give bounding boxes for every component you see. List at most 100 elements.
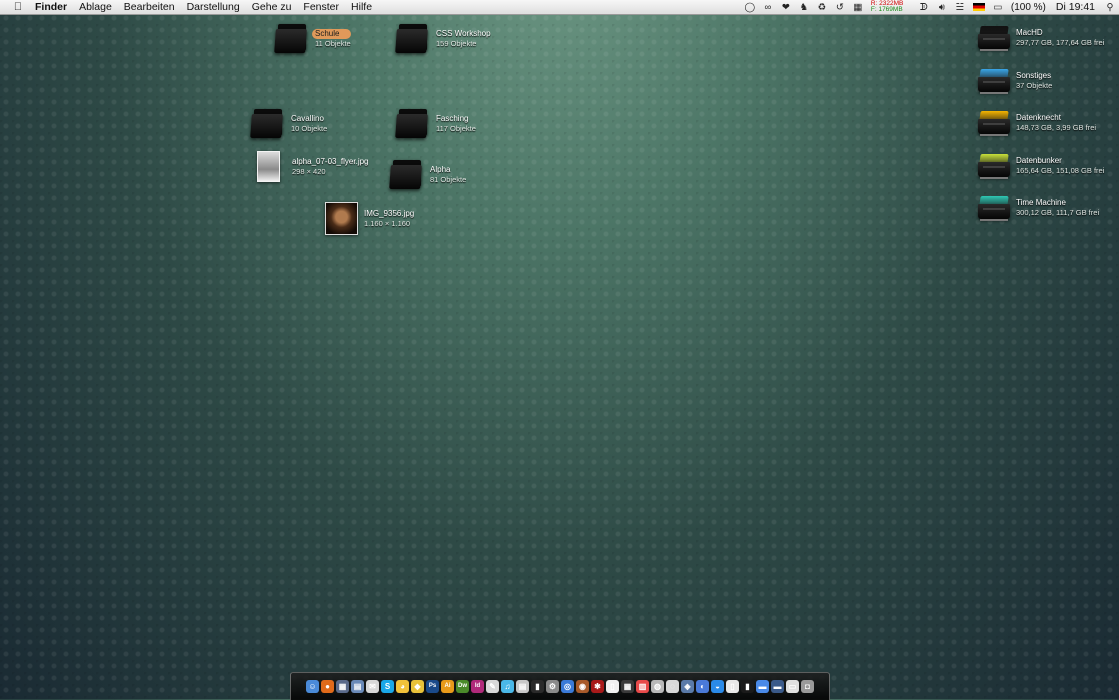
image-thumbnail-icon bbox=[257, 151, 280, 182]
mail-icon[interactable]: ✉ bbox=[366, 680, 379, 693]
apple-menu-icon[interactable]:  bbox=[7, 1, 29, 13]
status-menus: ◯ ∞ ❤ ♞ ♻ ↺ ▦ R: 2322MB F: 1769MB ᗫ 🔊︎ ☱… bbox=[741, 0, 1119, 14]
menu-darstellung[interactable]: Darstellung bbox=[181, 1, 246, 13]
input-source-flag-icon[interactable] bbox=[972, 3, 985, 11]
photoshop-icon[interactable]: Ps bbox=[426, 680, 439, 693]
hard-drive-icon bbox=[978, 109, 1010, 137]
item-info: 1.160 × 1.160 bbox=[364, 218, 411, 228]
trash-icon[interactable]: ◘ bbox=[801, 680, 814, 693]
network-icon[interactable]: ◌ bbox=[666, 680, 679, 693]
itunes-icon[interactable]: ♫ bbox=[501, 680, 514, 693]
system-preferences-icon[interactable]: ⚙ bbox=[546, 680, 559, 693]
folder-icon bbox=[274, 24, 309, 54]
indesign-icon[interactable]: Id bbox=[471, 680, 484, 693]
clock[interactable]: Di 19:41 bbox=[1050, 1, 1101, 13]
menu-fenster[interactable]: Fenster bbox=[297, 1, 345, 13]
menu-bearbeiten[interactable]: Bearbeiten bbox=[118, 1, 181, 13]
calculator-icon[interactable]: ▦ bbox=[621, 680, 634, 693]
item-name: alpha_07-03_flyer.jpg bbox=[292, 156, 369, 166]
photo-thumbnail-icon bbox=[325, 202, 358, 235]
volume-time-machine[interactable]: Time Machine 300,12 GB, 111,7 GB frei bbox=[978, 194, 1099, 222]
item-info: 11 Objekte bbox=[315, 39, 351, 48]
item-name: CSS Workshop bbox=[436, 29, 491, 38]
item-name: Cavallino bbox=[291, 114, 324, 123]
desktop-item-alpha-flyer[interactable]: alpha_07-03_flyer.jpg 298 × 420 bbox=[257, 151, 369, 182]
terminal-icon[interactable]: ▮ bbox=[531, 680, 544, 693]
adium-icon[interactable]: ◕ bbox=[396, 680, 409, 693]
volume-name: Datenbunker bbox=[1016, 156, 1062, 165]
dreamweaver-icon[interactable]: Dw bbox=[456, 680, 469, 693]
downloads-folder-icon[interactable]: ▭ bbox=[786, 680, 799, 693]
mission-control-icon[interactable]: ▦ bbox=[336, 680, 349, 693]
menu-bar:  Finder Ablage Bearbeiten Darstellung G… bbox=[0, 0, 1119, 15]
illustrator-icon[interactable]: Ai bbox=[441, 680, 454, 693]
volume-info: 297,77 GB, 177,64 GB frei bbox=[1016, 38, 1105, 47]
battery-icon[interactable]: ▭ bbox=[989, 2, 1007, 13]
volume-name: Time Machine bbox=[1016, 198, 1066, 207]
monitor-icon[interactable]: ▦ bbox=[849, 2, 867, 13]
volume-name: MacHD bbox=[1016, 28, 1043, 37]
finder-icon[interactable]: ☺ bbox=[306, 680, 319, 693]
item-info: 159 Objekte bbox=[436, 39, 477, 48]
firefox-icon[interactable]: ● bbox=[321, 680, 334, 693]
time-machine-icon[interactable]: ↺ bbox=[831, 2, 849, 13]
volume-icon[interactable]: 🔊︎ bbox=[933, 2, 951, 13]
spider-app-icon[interactable]: ✱ bbox=[591, 680, 604, 693]
dock: ☺ ● ▦ ▤ ✉ S ◕ ◆ Ps Ai Dw Id ✎ ♫ ▤ ▮ ⚙ ◎ ◉ ✱ ▯ ▦ ▥ ◍ ◌ ◈ ◐ ◒ ▯ ▮ ▬ ▬ ▭ ◘ bbox=[290, 672, 830, 700]
item-name: Fasching bbox=[436, 114, 469, 123]
preview-icon[interactable]: ▤ bbox=[351, 680, 364, 693]
textedit-icon[interactable]: ▤ bbox=[516, 680, 529, 693]
item-name: Alpha bbox=[430, 165, 451, 174]
folder-icon bbox=[395, 24, 430, 54]
item-info: 117 Objekte bbox=[436, 124, 476, 133]
document-icon[interactable]: ▯ bbox=[606, 680, 619, 693]
scrobbler-icon[interactable]: ∞ bbox=[759, 2, 777, 13]
folder-icon bbox=[250, 109, 285, 139]
desktop-item-css-workshop[interactable]: CSS Workshop 159 Objekte bbox=[395, 24, 491, 54]
volume-info: 300,12 GB, 111,7 GB frei bbox=[1016, 208, 1100, 217]
spotlight-search-icon[interactable]: ⚲ bbox=[1101, 2, 1119, 13]
sync-icon[interactable]: ♻ bbox=[813, 2, 831, 13]
skype-icon[interactable]: S bbox=[381, 680, 394, 693]
hard-drive-icon bbox=[978, 152, 1010, 180]
growl-icon[interactable]: ◯ bbox=[741, 2, 759, 13]
item-name: IMG_9356.jpg bbox=[364, 208, 415, 218]
folder-stack-icon[interactable]: ▬ bbox=[756, 680, 769, 693]
volume-info: 148,73 GB, 3,99 GB frei bbox=[1016, 123, 1097, 132]
volume-name: Datenknecht bbox=[1016, 113, 1061, 122]
volume-info: 37 Objekte bbox=[1016, 81, 1053, 90]
desktop-item-alpha[interactable]: Alpha 81 Objekte bbox=[389, 160, 466, 190]
desktop-item-fasching[interactable]: Fasching 117 Objekte bbox=[395, 109, 476, 139]
dashboard-icon[interactable]: ◐ bbox=[696, 680, 709, 693]
desktop-item-img-9356[interactable]: IMG_9356.jpg 1.160 × 1.160 bbox=[325, 202, 414, 235]
ical-icon[interactable]: ▥ bbox=[636, 680, 649, 693]
desktop-item-cavallino[interactable]: Cavallino 10 Objekte bbox=[250, 109, 328, 139]
cyberduck-icon[interactable]: ◆ bbox=[411, 680, 424, 693]
volume-machd[interactable]: MacHD 297,77 GB, 177,64 GB frei bbox=[978, 24, 1104, 52]
safari-icon[interactable]: ◎ bbox=[561, 680, 574, 693]
menu-hilfe[interactable]: Hilfe bbox=[345, 1, 378, 13]
volume-datenbunker[interactable]: Datenbunker 165,64 GB, 151,08 GB frei bbox=[978, 152, 1104, 180]
volume-sonstiges[interactable]: Sonstiges 37 Objekte bbox=[978, 67, 1052, 95]
applications-folder-icon[interactable]: ▬ bbox=[771, 680, 784, 693]
battery-percent[interactable]: (100 %) bbox=[1007, 2, 1050, 13]
photo-booth-icon[interactable]: ◉ bbox=[576, 680, 589, 693]
notes-icon[interactable]: ▯ bbox=[726, 680, 739, 693]
cat-icon[interactable]: ♞ bbox=[795, 2, 813, 13]
stacks-icon[interactable]: ▮ bbox=[741, 680, 754, 693]
activity-monitor-icon[interactable]: ◒ bbox=[711, 680, 724, 693]
menu-finder[interactable]: Finder bbox=[29, 1, 73, 13]
wifi-icon[interactable]: ☱ bbox=[951, 2, 969, 13]
acrobat-icon[interactable]: ✎ bbox=[486, 680, 499, 693]
item-info: 10 Objekte bbox=[291, 124, 328, 133]
disk-utility-icon[interactable]: ◍ bbox=[651, 680, 664, 693]
menu-gehe-zu[interactable]: Gehe zu bbox=[246, 1, 298, 13]
dropbox-icon[interactable]: ❤ bbox=[777, 2, 795, 13]
xcode-icon[interactable]: ◈ bbox=[681, 680, 694, 693]
desktop-wallpaper bbox=[0, 0, 1119, 699]
menu-ablage[interactable]: Ablage bbox=[73, 1, 118, 13]
volume-datenknecht[interactable]: Datenknecht 148,73 GB, 3,99 GB frei bbox=[978, 109, 1096, 137]
bluetooth-icon[interactable]: ᗫ bbox=[915, 2, 933, 13]
memory-monitor[interactable]: R: 2322MB F: 1769MB bbox=[871, 0, 911, 14]
desktop-item-schule[interactable]: Schule 11 Objekte bbox=[274, 24, 351, 54]
